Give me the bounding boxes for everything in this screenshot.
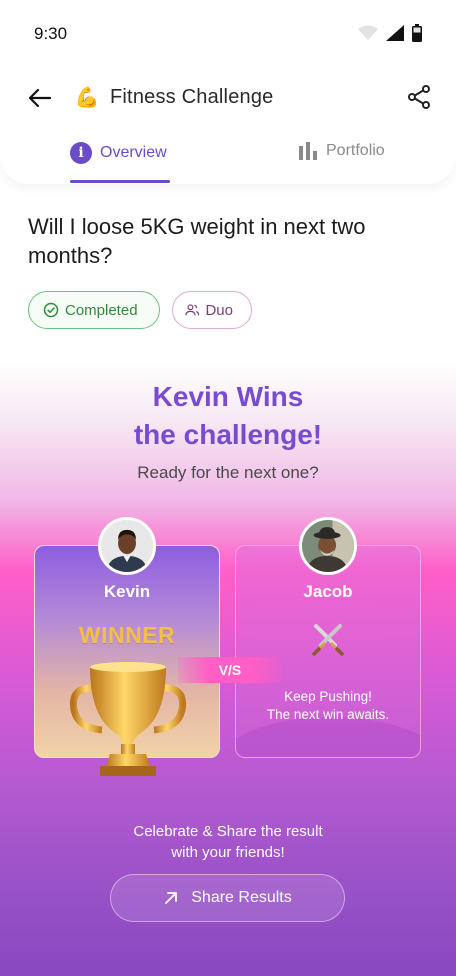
status-time: 9:30: [34, 24, 68, 43]
signal-icon: [386, 25, 404, 41]
active-tab-indicator: [70, 180, 170, 183]
tab-portfolio-label: Portfolio: [326, 142, 385, 159]
status-chip-completed: Completed: [28, 291, 160, 329]
trophy-icon: [69, 662, 187, 776]
tab-portfolio[interactable]: Portfolio: [298, 142, 385, 160]
status-chip-label: Completed: [65, 301, 138, 319]
info-icon: i: [70, 142, 92, 164]
users-icon: [185, 304, 200, 316]
check-circle-icon: [43, 302, 59, 318]
celebrate-line-2: with your friends!: [171, 844, 285, 861]
opponent-message-line-1: Keep Pushing!: [284, 689, 372, 704]
bar-chart-icon: [299, 142, 317, 160]
headline-line-1: Kevin Wins: [152, 381, 304, 412]
opponent-name: Jacob: [303, 582, 353, 601]
winner-name: Kevin: [103, 582, 151, 601]
back-arrow-icon[interactable]: [26, 84, 54, 112]
title-row: 💪 Fitness Challenge: [74, 84, 274, 110]
tab-overview[interactable]: i Overview: [70, 142, 167, 164]
status-icons: [358, 24, 422, 42]
wifi-icon: [358, 25, 378, 40]
avatar-kevin: [98, 517, 156, 575]
winner-badge: WINNER: [78, 622, 176, 648]
tab-bar: i Overview Portfolio: [0, 142, 456, 184]
challenge-chips: Completed Duo: [28, 291, 252, 329]
status-bar: 9:30: [0, 0, 456, 64]
opponent-message: Keep Pushing! The next win awaits.: [235, 688, 421, 724]
crossed-swords-icon: [312, 624, 344, 656]
share-results-button[interactable]: Share Results: [110, 874, 345, 922]
type-chip-label: Duo: [205, 301, 233, 319]
tab-overview-label: Overview: [100, 144, 167, 161]
share-results-label: Share Results: [191, 889, 292, 906]
result-headline: Kevin Wins the challenge!: [0, 378, 456, 454]
challenge-question: Will I loose 5KG weight in next two mont…: [28, 214, 366, 268]
result-subtext: Ready for the next one?: [137, 463, 319, 482]
avatar-jacob: [299, 517, 357, 575]
vs-badge: V/S: [178, 657, 282, 683]
battery-icon: [412, 24, 422, 42]
celebrate-text: Celebrate & Share the result with your f…: [0, 821, 456, 863]
flexed-biceps-icon: 💪: [74, 86, 100, 109]
type-chip-duo: Duo: [172, 291, 252, 329]
opponent-message-line-2: The next win awaits.: [266, 707, 390, 722]
headline-line-2: the challenge!: [133, 419, 323, 450]
share-icon[interactable]: [406, 84, 432, 110]
page-title: Fitness Challenge: [110, 85, 274, 108]
header-card: 💪 Fitness Challenge i Overview Portfolio: [0, 64, 456, 184]
celebrate-line-1: Celebrate & Share the result: [133, 823, 323, 840]
arrow-up-right-icon: [165, 892, 178, 904]
